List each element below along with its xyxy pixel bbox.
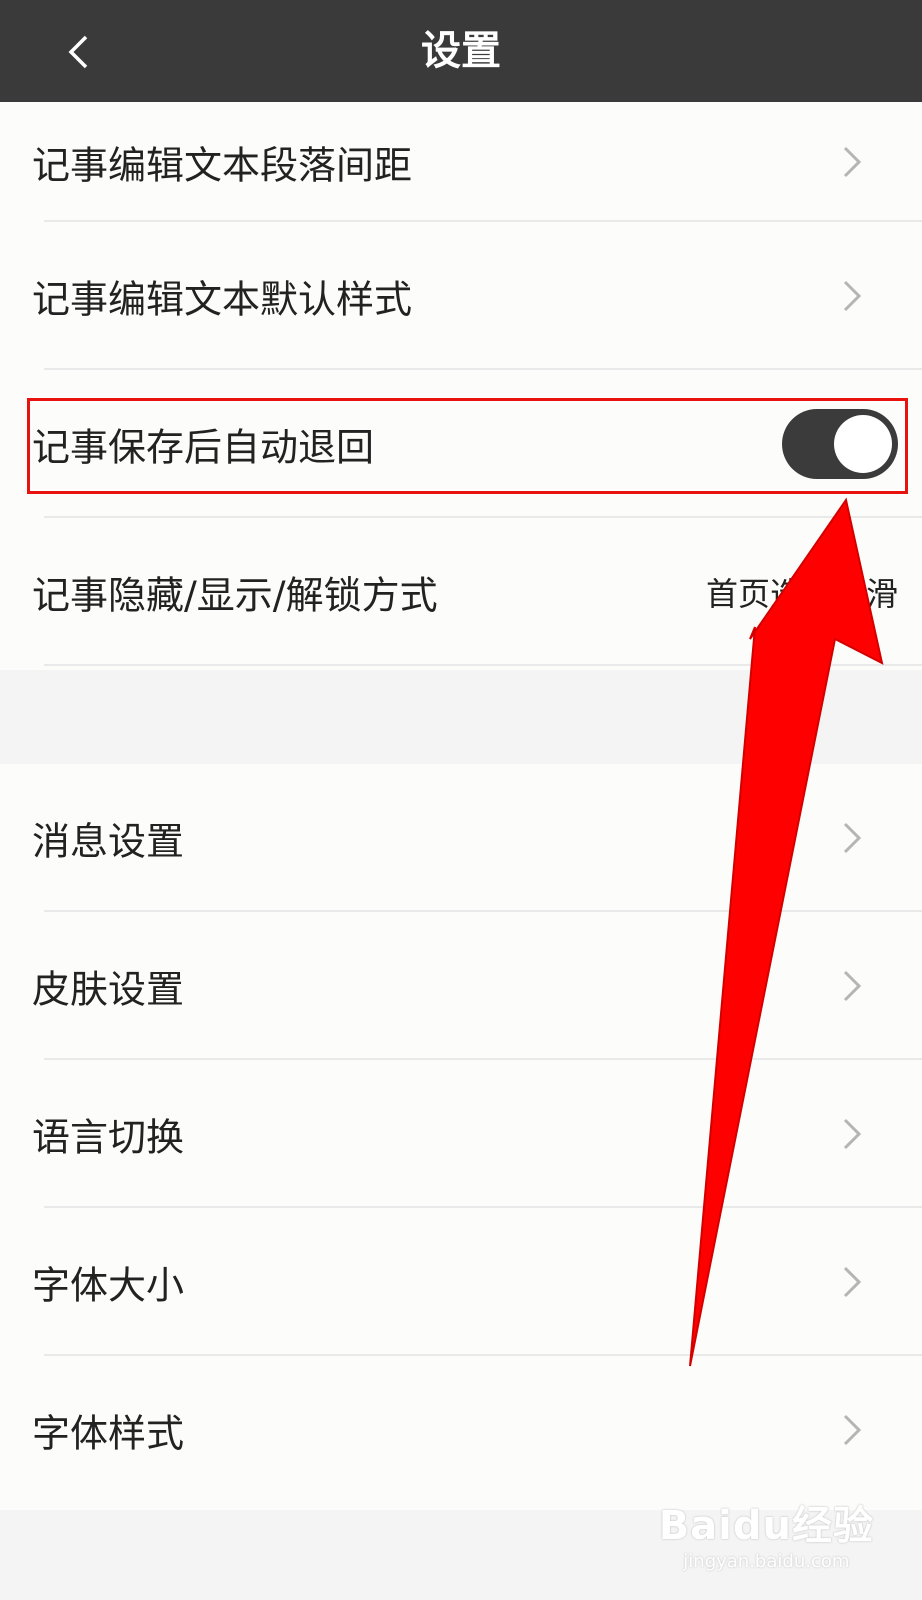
watermark-url: jingyan.baidu.com xyxy=(683,1551,850,1572)
app-header: 设置 xyxy=(0,0,922,102)
setting-row-font-style[interactable]: 字体样式 xyxy=(0,1356,922,1504)
setting-row-hide-unlock-method[interactable]: 记事隐藏/显示/解锁方式 首页选项下滑 xyxy=(0,518,922,666)
setting-label: 字体样式 xyxy=(32,1411,185,1456)
setting-row-paragraph-spacing[interactable]: 记事编辑文本段落间距 xyxy=(0,102,922,222)
setting-label: 消息设置 xyxy=(32,819,185,864)
chevron-right-icon xyxy=(843,1266,862,1298)
setting-label: 记事隐藏/显示/解锁方式 xyxy=(32,573,438,618)
setting-label: 记事编辑文本默认样式 xyxy=(32,277,413,322)
setting-label: 记事编辑文本段落间距 xyxy=(32,143,413,188)
setting-label: 字体大小 xyxy=(32,1263,185,1308)
setting-row-skin-settings[interactable]: 皮肤设置 xyxy=(0,912,922,1060)
row-divider xyxy=(44,664,922,666)
chevron-right-icon xyxy=(843,1414,862,1446)
setting-row-auto-return: 记事保存后自动退回 xyxy=(0,370,922,518)
settings-group-general: 消息设置 皮肤设置 语言切换 字体大小 字体样式 xyxy=(0,764,922,1510)
settings-group-notes: 记事编辑文本段落间距 记事编辑文本默认样式 记事保存后自动退回 记事隐藏/显示/… xyxy=(0,102,922,670)
chevron-right-icon xyxy=(843,146,862,178)
chevron-right-icon xyxy=(843,822,862,854)
setting-label: 记事保存后自动退回 xyxy=(32,425,375,470)
setting-row-font-size[interactable]: 字体大小 xyxy=(0,1208,922,1356)
setting-row-default-text-style[interactable]: 记事编辑文本默认样式 xyxy=(0,222,922,370)
page-title: 设置 xyxy=(421,28,501,74)
setting-label: 语言切换 xyxy=(32,1115,185,1160)
setting-row-message-settings[interactable]: 消息设置 xyxy=(0,764,922,912)
setting-row-language[interactable]: 语言切换 xyxy=(0,1060,922,1208)
auto-return-toggle[interactable] xyxy=(782,409,898,479)
toggle-knob xyxy=(834,415,892,473)
chevron-right-icon xyxy=(843,970,862,1002)
chevron-right-icon xyxy=(843,280,862,312)
setting-value: 首页选项下滑 xyxy=(705,575,898,613)
chevron-right-icon xyxy=(843,1118,862,1150)
setting-label: 皮肤设置 xyxy=(32,967,185,1012)
